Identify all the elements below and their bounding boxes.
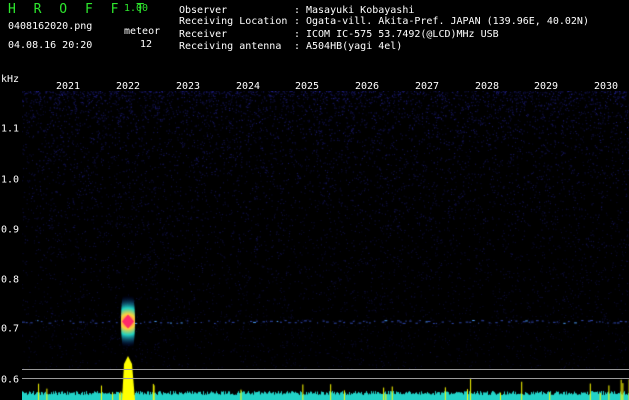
info-observer-value: Masayuki Kobayashi: [306, 5, 415, 16]
hrofft-window: H R O F F T 1.00 0408162020.png meteor 1…: [0, 0, 629, 400]
info-location-value: Ogata-vill. Akita-Pref. JAPAN (139.96E, …: [306, 16, 589, 27]
y-tick-label: 0.8: [1, 274, 20, 286]
y-tick-label: 0.7: [1, 323, 20, 335]
info-separator: :: [294, 16, 301, 27]
meteor-label: meteor: [124, 26, 161, 37]
spectrogram-canvas: [22, 91, 629, 400]
info-receiver-value: ICOM IC-575 53.7492(@LCD)MHz USB: [306, 29, 499, 40]
file-name: 0408162020.png: [8, 21, 93, 32]
timestamp: 04.08.16 20:20: [8, 40, 93, 51]
y-tick-label: 1.1: [1, 123, 20, 135]
info-observer-label: Observer: [179, 5, 228, 16]
y-tick-label: 0.6: [1, 374, 20, 386]
info-separator: :: [294, 5, 301, 16]
info-location-label: Receiving Location: [179, 16, 288, 27]
info-antenna-value: A504HB(yagi 4el): [306, 41, 403, 52]
info-antenna-label: Receiving antenna: [179, 41, 282, 52]
threshold-line: [22, 369, 629, 370]
spectrogram-plot: [22, 91, 629, 400]
threshold-line: [22, 378, 629, 379]
app-version: 1.00: [124, 3, 149, 14]
info-receiver-label: Receiver: [179, 29, 228, 40]
y-tick-label: 0.9: [1, 224, 20, 236]
y-axis-unit-label: kHz: [1, 74, 20, 85]
info-separator: :: [294, 29, 301, 40]
info-separator: :: [294, 41, 301, 52]
y-tick-label: 1.0: [1, 174, 20, 186]
meteor-count: 12: [140, 39, 153, 50]
